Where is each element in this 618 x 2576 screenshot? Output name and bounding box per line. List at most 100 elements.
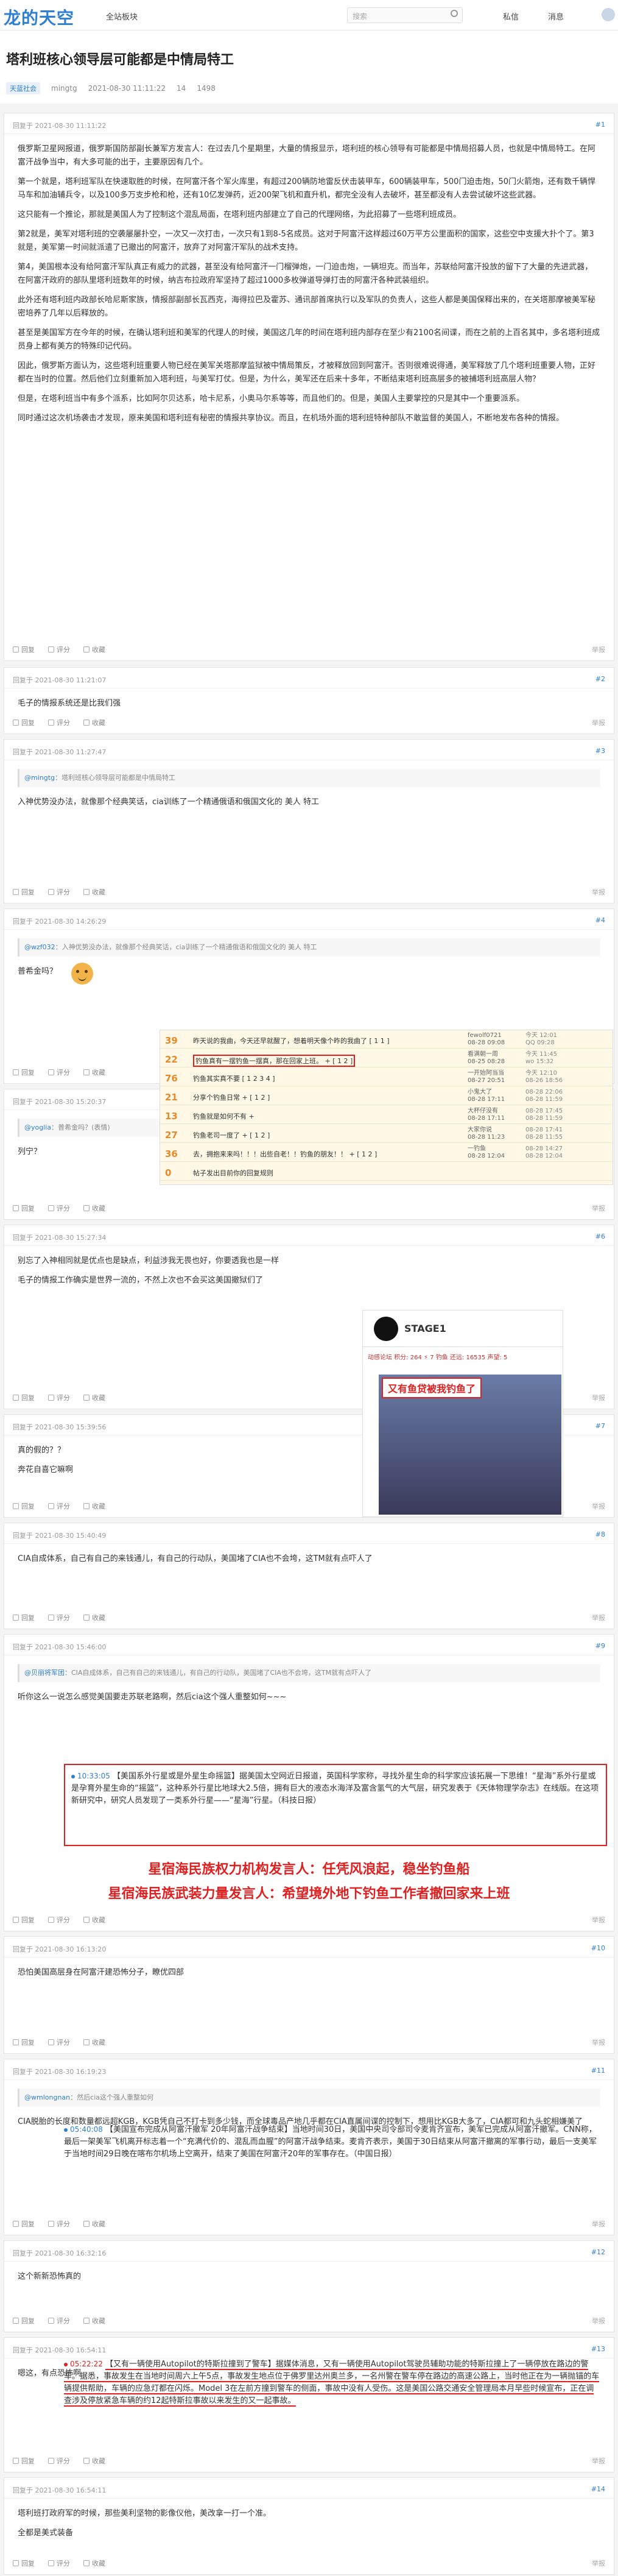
rate-button[interactable]: 评分 xyxy=(48,718,70,727)
post-floor-link[interactable]: #4 xyxy=(595,916,605,924)
ranking-title[interactable]: 钓鱼就是如何不有 + xyxy=(193,1111,255,1121)
post-body: @贝丽将军团：CIA自成体系，自己有自己的来钱通儿，有自己的行动队，美国堵了CI… xyxy=(18,1664,600,1710)
report-button[interactable]: 举报 xyxy=(592,1613,605,1622)
reply-button[interactable]: 回复 xyxy=(13,718,35,727)
post-floor-link[interactable]: #2 xyxy=(595,675,605,683)
favorite-button[interactable]: 收藏 xyxy=(83,1067,105,1077)
post-floor-link[interactable]: #8 xyxy=(595,1530,605,1538)
reply-button[interactable]: 回复 xyxy=(13,1915,35,1925)
reply-button[interactable]: 回复 xyxy=(13,1613,35,1622)
ranking-title[interactable]: 去，拥抱来来吗！！！出些自老！！钓鱼的朋友！！ + [ 1 2 ] xyxy=(193,1149,377,1159)
post-paragraph: 毛子的情报工作确实是世界一流的，不然上次也不会买这美国撤狱们了 xyxy=(18,1276,264,1285)
search-input[interactable]: 搜索 xyxy=(347,7,463,23)
rate-button[interactable]: 评分 xyxy=(48,2037,70,2047)
reply-button[interactable]: 回复 xyxy=(13,2037,35,2047)
thread-tag[interactable]: 天蓝社会 xyxy=(6,82,40,94)
favorite-button[interactable]: 收藏 xyxy=(83,2037,105,2047)
quote-user[interactable]: @yoglia xyxy=(24,1123,51,1131)
rate-button[interactable]: 评分 xyxy=(48,1393,70,1403)
quote-user[interactable]: @mingtg xyxy=(24,774,55,782)
favorite-button[interactable]: 收藏 xyxy=(83,887,105,897)
favorite-button[interactable]: 收藏 xyxy=(83,2558,105,2568)
rate-button[interactable]: 评分 xyxy=(48,1203,70,1213)
reply-button[interactable]: 回复 xyxy=(13,2316,35,2326)
post-actions: 回复 评分 收藏 xyxy=(13,645,105,654)
ranking-title[interactable]: 帖子发出目前你的回复规则 xyxy=(193,1168,273,1178)
ranking-title[interactable]: 钓鱼其实真不要 [ 1 2 3 4 ] xyxy=(193,1074,275,1083)
post-floor-link[interactable]: #3 xyxy=(595,747,605,755)
report-button[interactable]: 举报 xyxy=(592,645,605,654)
report-button[interactable]: 举报 xyxy=(592,1393,605,1403)
search-icon[interactable] xyxy=(451,10,458,17)
quote-user[interactable]: @贝丽将军团 xyxy=(24,1669,65,1677)
post-floor-link[interactable]: #6 xyxy=(595,1233,605,1240)
reply-button[interactable]: 回复 xyxy=(13,1203,35,1213)
report-button[interactable]: 举报 xyxy=(592,2558,605,2568)
star-icon xyxy=(83,1069,90,1075)
reply-button[interactable]: 回复 xyxy=(13,1501,35,1511)
reply-button[interactable]: 回复 xyxy=(13,887,35,897)
ranking-count: 21 xyxy=(165,1092,178,1103)
post-floor-link[interactable]: #1 xyxy=(595,121,605,129)
thread-author[interactable]: mingtg xyxy=(51,84,77,93)
favorite-button[interactable]: 收藏 xyxy=(83,1501,105,1511)
rate-button[interactable]: 评分 xyxy=(48,1501,70,1511)
favorite-button[interactable]: 收藏 xyxy=(83,1915,105,1925)
post-floor-link[interactable]: #7 xyxy=(595,1422,605,1430)
rate-button[interactable]: 评分 xyxy=(48,887,70,897)
favorite-button[interactable]: 收藏 xyxy=(83,1613,105,1622)
rate-button[interactable]: 评分 xyxy=(48,2558,70,2568)
favorite-button[interactable]: 收藏 xyxy=(83,1393,105,1403)
report-button[interactable]: 举报 xyxy=(592,1203,605,1213)
star-icon xyxy=(83,720,90,726)
ranking-title[interactable]: 分享个钓鱼日常 + [ 1 2 ] xyxy=(193,1092,270,1102)
post-floor-link[interactable]: #14 xyxy=(591,2485,605,2493)
ranking-count: 13 xyxy=(165,1111,178,1122)
report-button[interactable]: 举报 xyxy=(592,1501,605,1511)
post-date: 回复于 2021-08-30 15:20:37 xyxy=(13,1098,107,1106)
report-button[interactable]: 举报 xyxy=(592,718,605,727)
reply-button[interactable]: 回复 xyxy=(13,1067,35,1077)
report-button[interactable]: 举报 xyxy=(592,2316,605,2326)
post-floor-link[interactable]: #11 xyxy=(591,2067,605,2075)
reply-button[interactable]: 回复 xyxy=(13,2219,35,2229)
post-paragraph: 因此，俄罗斯方面认为，这些塔利班重要人物已经在美军关塔那摩监狱被中情局策反，才被… xyxy=(18,361,596,384)
ranking-date: 今天 11:45 wo 15:32 xyxy=(525,1051,557,1065)
nav-all-boards[interactable]: 全站板块 xyxy=(106,10,138,22)
rate-button[interactable]: 评分 xyxy=(48,1067,70,1077)
post-floor-link[interactable]: #10 xyxy=(591,1944,605,1952)
report-button[interactable]: 举报 xyxy=(592,887,605,897)
ranking-title[interactable]: 钓鱼真有一摆钓鱼一摆真，那在回家上班。 + [ 1 2 ] xyxy=(193,1055,356,1067)
post-floor-link[interactable]: #13 xyxy=(591,2345,605,2353)
notifications-link[interactable]: 消息 xyxy=(548,10,564,22)
user-avatar[interactable] xyxy=(602,8,615,21)
reply-post: 回复于 2021-08-30 11:27:47 #3 @mingtg：塔利班核心领导… xyxy=(4,739,614,904)
rate-button[interactable]: 评分 xyxy=(48,1915,70,1925)
rate-button[interactable]: 评分 xyxy=(48,1613,70,1622)
favorite-button[interactable]: 收藏 xyxy=(83,2316,105,2326)
rate-button[interactable]: 评分 xyxy=(48,2219,70,2229)
report-button[interactable]: 举报 xyxy=(592,1915,605,1925)
report-button[interactable]: 举报 xyxy=(592,2037,605,2047)
post-header: 回复于 2021-08-30 16:54:11 #14 xyxy=(4,2478,614,2499)
rate-button[interactable]: 评分 xyxy=(48,645,70,654)
favorite-button[interactable]: 收藏 xyxy=(83,718,105,727)
favorite-button[interactable]: 收藏 xyxy=(83,645,105,654)
site-logo[interactable]: 龙的天空 xyxy=(4,5,74,29)
ranking-author: 小鬼大了 08-28 17:11 xyxy=(468,1089,505,1103)
messages-link[interactable]: 私信 xyxy=(503,10,519,22)
reply-button[interactable]: 回复 xyxy=(13,645,35,654)
reply-button[interactable]: 回复 xyxy=(13,1393,35,1403)
reply-button[interactable]: 回复 xyxy=(13,2456,35,2466)
rate-button[interactable]: 评分 xyxy=(48,2316,70,2326)
ranking-title[interactable]: 钓鱼老司一度了 + [ 1 2 ] xyxy=(193,1130,270,1140)
report-button[interactable]: 举报 xyxy=(592,2219,605,2229)
post-floor-link[interactable]: #9 xyxy=(595,1642,605,1650)
post-floor-link[interactable]: #12 xyxy=(591,2248,605,2256)
reply-button[interactable]: 回复 xyxy=(13,2558,35,2568)
ranking-title[interactable]: 昨天说的我曲，今天还早就醒了，想着明天像个昨的我曲了 [ 1 1 ] xyxy=(193,1036,390,1046)
quote-user[interactable]: @wmlongnan xyxy=(24,2093,70,2101)
quote-user[interactable]: @wzf032 xyxy=(24,943,55,951)
favorite-button[interactable]: 收藏 xyxy=(83,1203,105,1213)
favorite-button[interactable]: 收藏 xyxy=(83,2219,105,2229)
